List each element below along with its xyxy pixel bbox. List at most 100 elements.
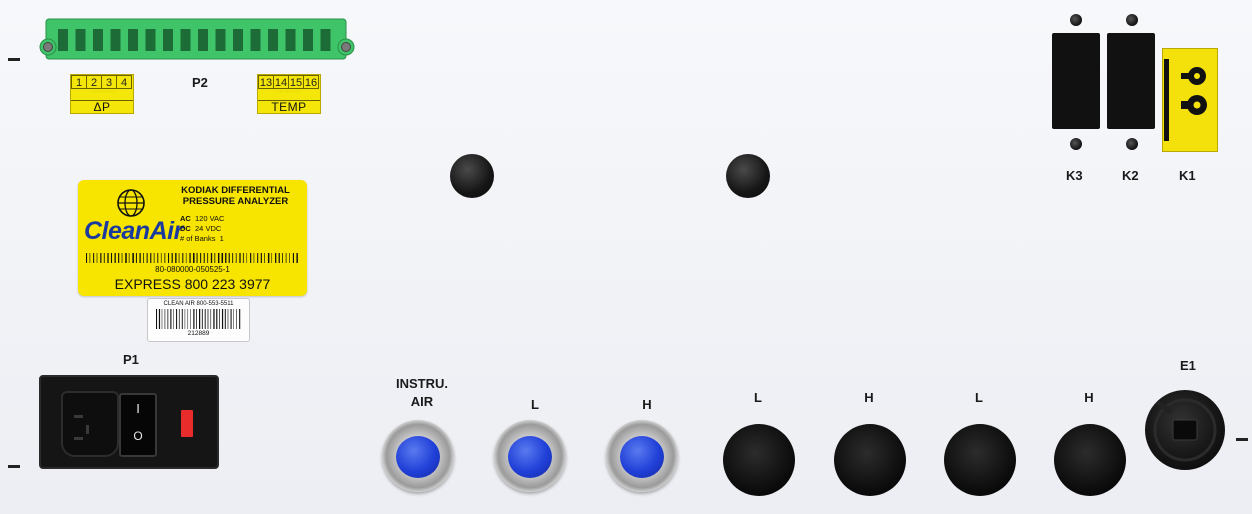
barcode-bar bbox=[278, 253, 280, 263]
barcode-bar bbox=[289, 253, 290, 263]
terminal-slot[interactable] bbox=[163, 29, 173, 51]
port-label-line: AIR bbox=[410, 394, 434, 409]
high-port-plug[interactable] bbox=[834, 424, 906, 496]
terminal-slot[interactable] bbox=[215, 29, 226, 51]
barcode-bar bbox=[235, 253, 237, 263]
connector-cap-icon bbox=[1153, 398, 1217, 462]
terminal-slot[interactable] bbox=[303, 29, 313, 51]
barcode-bar bbox=[210, 309, 212, 329]
terminal-slot[interactable] bbox=[128, 29, 138, 51]
p2-pin: 15 bbox=[288, 75, 304, 89]
barcode-bar bbox=[207, 309, 209, 329]
high-port-plug[interactable] bbox=[1054, 424, 1126, 496]
socket-pin bbox=[74, 415, 83, 418]
p2-pin: 13 bbox=[258, 75, 274, 89]
barcode-bar bbox=[132, 253, 134, 263]
asset-tag: CLEAN AIR 800-553-5511 212889 bbox=[147, 298, 250, 342]
p2-dp-label: ΔP bbox=[71, 100, 133, 113]
barcode-bar bbox=[207, 253, 209, 263]
terminal-slot[interactable] bbox=[93, 29, 103, 51]
high-pressure-fitting[interactable] bbox=[606, 420, 678, 492]
pin-fine-print: · · · · · · · · · · bbox=[90, 89, 114, 94]
barcode-bar bbox=[227, 309, 229, 329]
blue-cap-icon bbox=[508, 436, 552, 478]
barcode-bar bbox=[236, 309, 237, 329]
thermocouple-jack-icon bbox=[1164, 59, 1207, 141]
switch-on-mark: I bbox=[136, 401, 140, 416]
terminal-slot[interactable] bbox=[58, 29, 68, 51]
ethernet-connector[interactable] bbox=[1145, 390, 1225, 470]
low-port-plug[interactable] bbox=[944, 424, 1016, 496]
power-switch[interactable]: I O bbox=[119, 393, 157, 457]
spec-ac: AC 120 VAC bbox=[180, 214, 224, 223]
p2-temp-label: TEMP bbox=[258, 100, 320, 113]
express-phone: 800 223 3977 bbox=[184, 276, 271, 292]
terminal-slot[interactable] bbox=[233, 29, 243, 51]
barcode-bar bbox=[176, 309, 178, 329]
p2-pin: 2 bbox=[86, 75, 102, 89]
brand-logo: CleanAir bbox=[84, 217, 183, 245]
p2-dp-pin-group: 1 2 3 4 · · · · · · · · · · ΔP bbox=[70, 74, 134, 114]
barcode-bar bbox=[242, 253, 244, 263]
p2-pin: 1 bbox=[71, 75, 87, 89]
barcode-bar bbox=[86, 253, 88, 263]
terminal-slot[interactable] bbox=[180, 29, 191, 51]
spec-value: 120 VAC bbox=[195, 214, 225, 223]
terminal-slot[interactable] bbox=[268, 29, 278, 51]
barcode-bar bbox=[285, 253, 287, 263]
screw-icon bbox=[1070, 14, 1082, 26]
product-name-line: KODIAK DIFFERENTIAL bbox=[181, 185, 290, 196]
instrument-air-fitting[interactable] bbox=[382, 420, 454, 492]
barcode-bar bbox=[103, 253, 105, 263]
barcode-bar bbox=[204, 309, 206, 329]
low-port-plug[interactable] bbox=[723, 424, 795, 496]
screw-icon bbox=[1070, 138, 1082, 150]
barcode-bar bbox=[214, 253, 216, 263]
barcode-bar bbox=[275, 253, 277, 263]
terminal-slot[interactable] bbox=[285, 29, 296, 51]
barcode-bar bbox=[264, 253, 265, 263]
port-label-instru-air: INSTRU. AIR bbox=[382, 376, 462, 409]
mounting-screw-icon bbox=[450, 154, 494, 198]
p2-pin: 14 bbox=[273, 75, 289, 89]
analyzer-back-panel: 1 2 3 4 · · · · · · · · · · ΔP 13 14 15 … bbox=[0, 0, 1252, 514]
terminal-slot[interactable] bbox=[75, 29, 86, 51]
product-name: KODIAK DIFFERENTIAL PRESSURE ANALYZER bbox=[168, 185, 303, 207]
relay-k3[interactable] bbox=[1052, 33, 1100, 129]
fuse-holder[interactable] bbox=[181, 410, 193, 437]
low-pressure-fitting[interactable] bbox=[494, 420, 566, 492]
terminal-block-graphic bbox=[39, 18, 355, 60]
barcode-bar bbox=[158, 309, 161, 329]
terminal-slot[interactable] bbox=[198, 29, 208, 51]
barcode-bar bbox=[139, 253, 141, 263]
barcode-bar bbox=[221, 253, 224, 263]
terminal-slot[interactable] bbox=[250, 29, 261, 51]
barcode-bar bbox=[107, 253, 109, 263]
barcode-bar bbox=[232, 253, 234, 263]
barcode-bar bbox=[213, 309, 215, 329]
p2-pin: 4 bbox=[116, 75, 132, 89]
relay-k1[interactable] bbox=[1162, 48, 1218, 152]
power-inlet-socket[interactable] bbox=[61, 391, 119, 457]
terminal-slot[interactable] bbox=[320, 29, 331, 51]
barcode-bar bbox=[217, 253, 220, 263]
serial-number: 80-080000-050525-1 bbox=[155, 265, 230, 274]
port-label-l: L bbox=[531, 397, 539, 412]
port-label-h: H bbox=[642, 397, 652, 412]
k2-tag: K2 bbox=[1122, 168, 1139, 183]
barcode-bar bbox=[260, 253, 262, 263]
relay-k2[interactable] bbox=[1107, 33, 1155, 129]
globe-icon bbox=[117, 189, 145, 217]
barcode-bar bbox=[221, 309, 224, 329]
barcode-bar bbox=[296, 253, 298, 263]
barcode-bar bbox=[193, 253, 195, 263]
port-label-line: INSTRU. bbox=[396, 376, 448, 391]
terminal-slot[interactable] bbox=[145, 29, 156, 51]
barcode-bar bbox=[160, 253, 162, 263]
p2-terminal-block[interactable] bbox=[36, 15, 356, 65]
terminal-slot[interactable] bbox=[110, 29, 121, 51]
barcode-bar bbox=[128, 253, 130, 263]
barcode-bar bbox=[93, 253, 95, 263]
barcode-bar bbox=[216, 309, 218, 329]
barcode-bar bbox=[125, 253, 127, 263]
